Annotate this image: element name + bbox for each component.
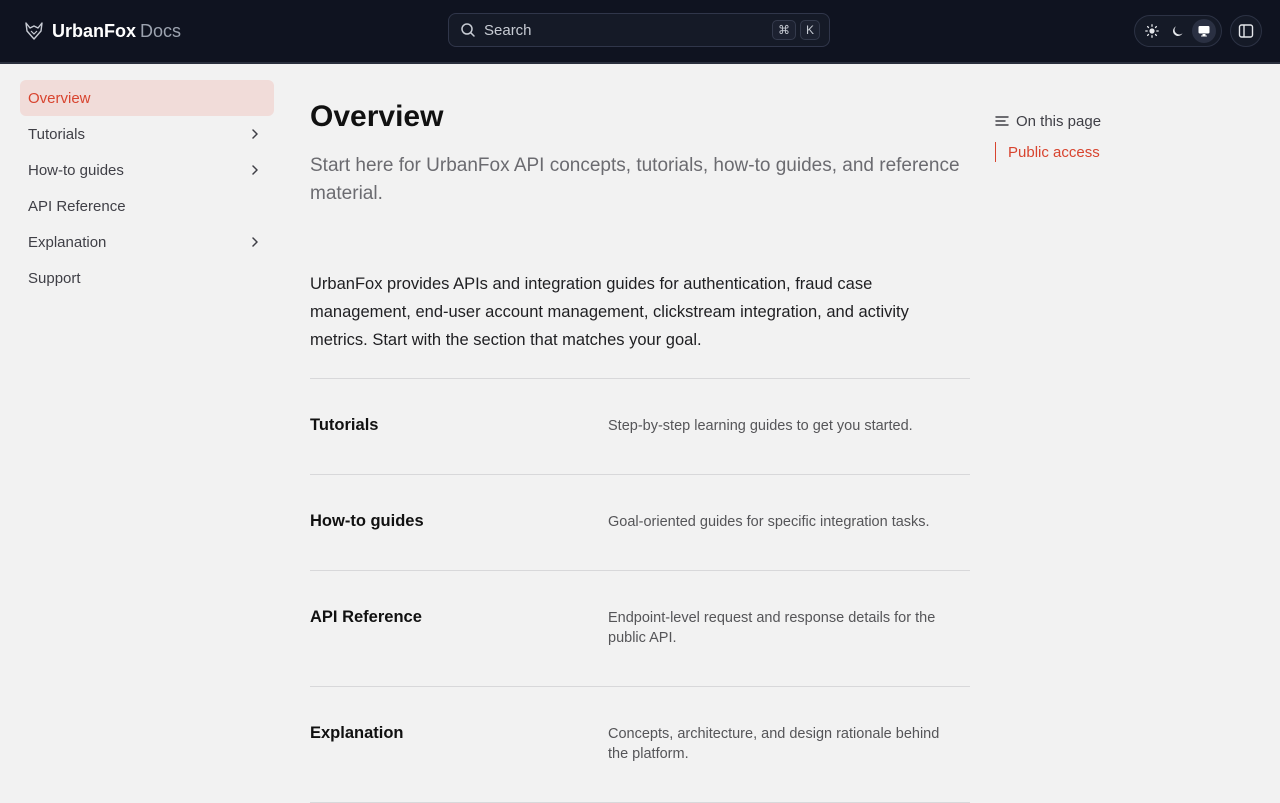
section-description: Endpoint-level request and response deta… <box>608 610 936 646</box>
sidebar-item-tutorials[interactable]: Tutorials <box>20 116 274 152</box>
main-content: Overview Start here for UrbanFox API con… <box>310 96 970 803</box>
sidebar-item-api-reference[interactable]: API Reference <box>20 188 274 224</box>
sidebar-item-label: Support <box>28 269 81 287</box>
top-navbar: UrbanFox Docs Search ⌘ K <box>0 0 1280 64</box>
shortcut-key-k: K <box>799 20 820 40</box>
search-button[interactable]: Search ⌘ K <box>448 13 830 47</box>
sidebar-item-support[interactable]: Support <box>20 260 274 296</box>
sidebar-item-label: Overview <box>28 89 91 107</box>
search-placeholder: Search <box>484 21 532 39</box>
search-icon <box>461 23 475 37</box>
section-row-explanation[interactable]: Explanation Concepts, architecture, and … <box>310 687 970 803</box>
section-title[interactable]: API Reference <box>310 571 608 686</box>
text-align-left-icon <box>995 116 1009 126</box>
page-title: Overview <box>310 100 444 133</box>
page-lead: Start here for UrbanFox API concepts, tu… <box>310 155 960 204</box>
monitor-icon <box>1198 26 1210 37</box>
theme-light-button[interactable] <box>1140 19 1164 43</box>
toc-link-label: Public access <box>1008 143 1100 161</box>
brand-name: UrbanFox <box>52 20 137 41</box>
section-row-api-reference[interactable]: API Reference Endpoint-level request and… <box>310 571 970 687</box>
section-row-how-to-guides[interactable]: How-to guides Goal-oriented guides for s… <box>310 475 970 571</box>
sidebar-nav: Overview Tutorials How-to guides API Ref… <box>20 80 274 296</box>
brand-logo-link[interactable]: UrbanFox Docs <box>24 18 181 44</box>
theme-switcher <box>1134 15 1222 47</box>
theme-dark-button[interactable] <box>1166 19 1190 43</box>
sidebar-item-label: Tutorials <box>28 125 85 143</box>
fox-logo-icon <box>25 22 43 40</box>
sidebar-item-overview[interactable]: Overview <box>20 80 274 116</box>
chevron-right-icon[interactable] <box>248 127 262 141</box>
section-description: Step-by-step learning guides to get you … <box>608 418 913 434</box>
sidebar-panel-icon <box>1238 24 1254 38</box>
sun-icon <box>1145 24 1159 38</box>
moon-icon <box>1173 26 1183 36</box>
toc-heading: On this page <box>995 110 1235 132</box>
theme-system-button[interactable] <box>1192 19 1216 43</box>
sections-table: Tutorials Step-by-step learning guides t… <box>310 378 970 803</box>
section-title[interactable]: How-to guides <box>310 475 608 570</box>
section-description: Concepts, architecture, and design ratio… <box>608 726 940 762</box>
intro-paragraph: UrbanFox provides APIs and integration g… <box>310 275 909 349</box>
section-description: Goal-oriented guides for specific integr… <box>608 514 930 530</box>
toc-heading-label: On this page <box>1016 112 1102 130</box>
section-title[interactable]: Tutorials <box>310 379 608 474</box>
table-of-contents: On this page Public access <box>995 110 1235 162</box>
chevron-right-icon[interactable] <box>248 163 262 177</box>
sidebar-item-label: How-to guides <box>28 161 124 179</box>
sidebar-toggle-button[interactable] <box>1230 15 1262 47</box>
brand-suffix: Docs <box>140 20 182 41</box>
chevron-right-icon[interactable] <box>248 235 262 249</box>
section-row-tutorials[interactable]: Tutorials Step-by-step learning guides t… <box>310 379 970 475</box>
sidebar-item-label: API Reference <box>28 197 126 215</box>
section-title[interactable]: Explanation <box>310 687 608 802</box>
sidebar-item-how-to-guides[interactable]: How-to guides <box>20 152 274 188</box>
sidebar-item-label: Explanation <box>28 233 107 251</box>
shortcut-key-cmd: ⌘ <box>771 20 796 40</box>
sidebar-item-explanation[interactable]: Explanation <box>20 224 274 260</box>
toc-link-public-access[interactable]: Public access <box>995 142 1235 162</box>
